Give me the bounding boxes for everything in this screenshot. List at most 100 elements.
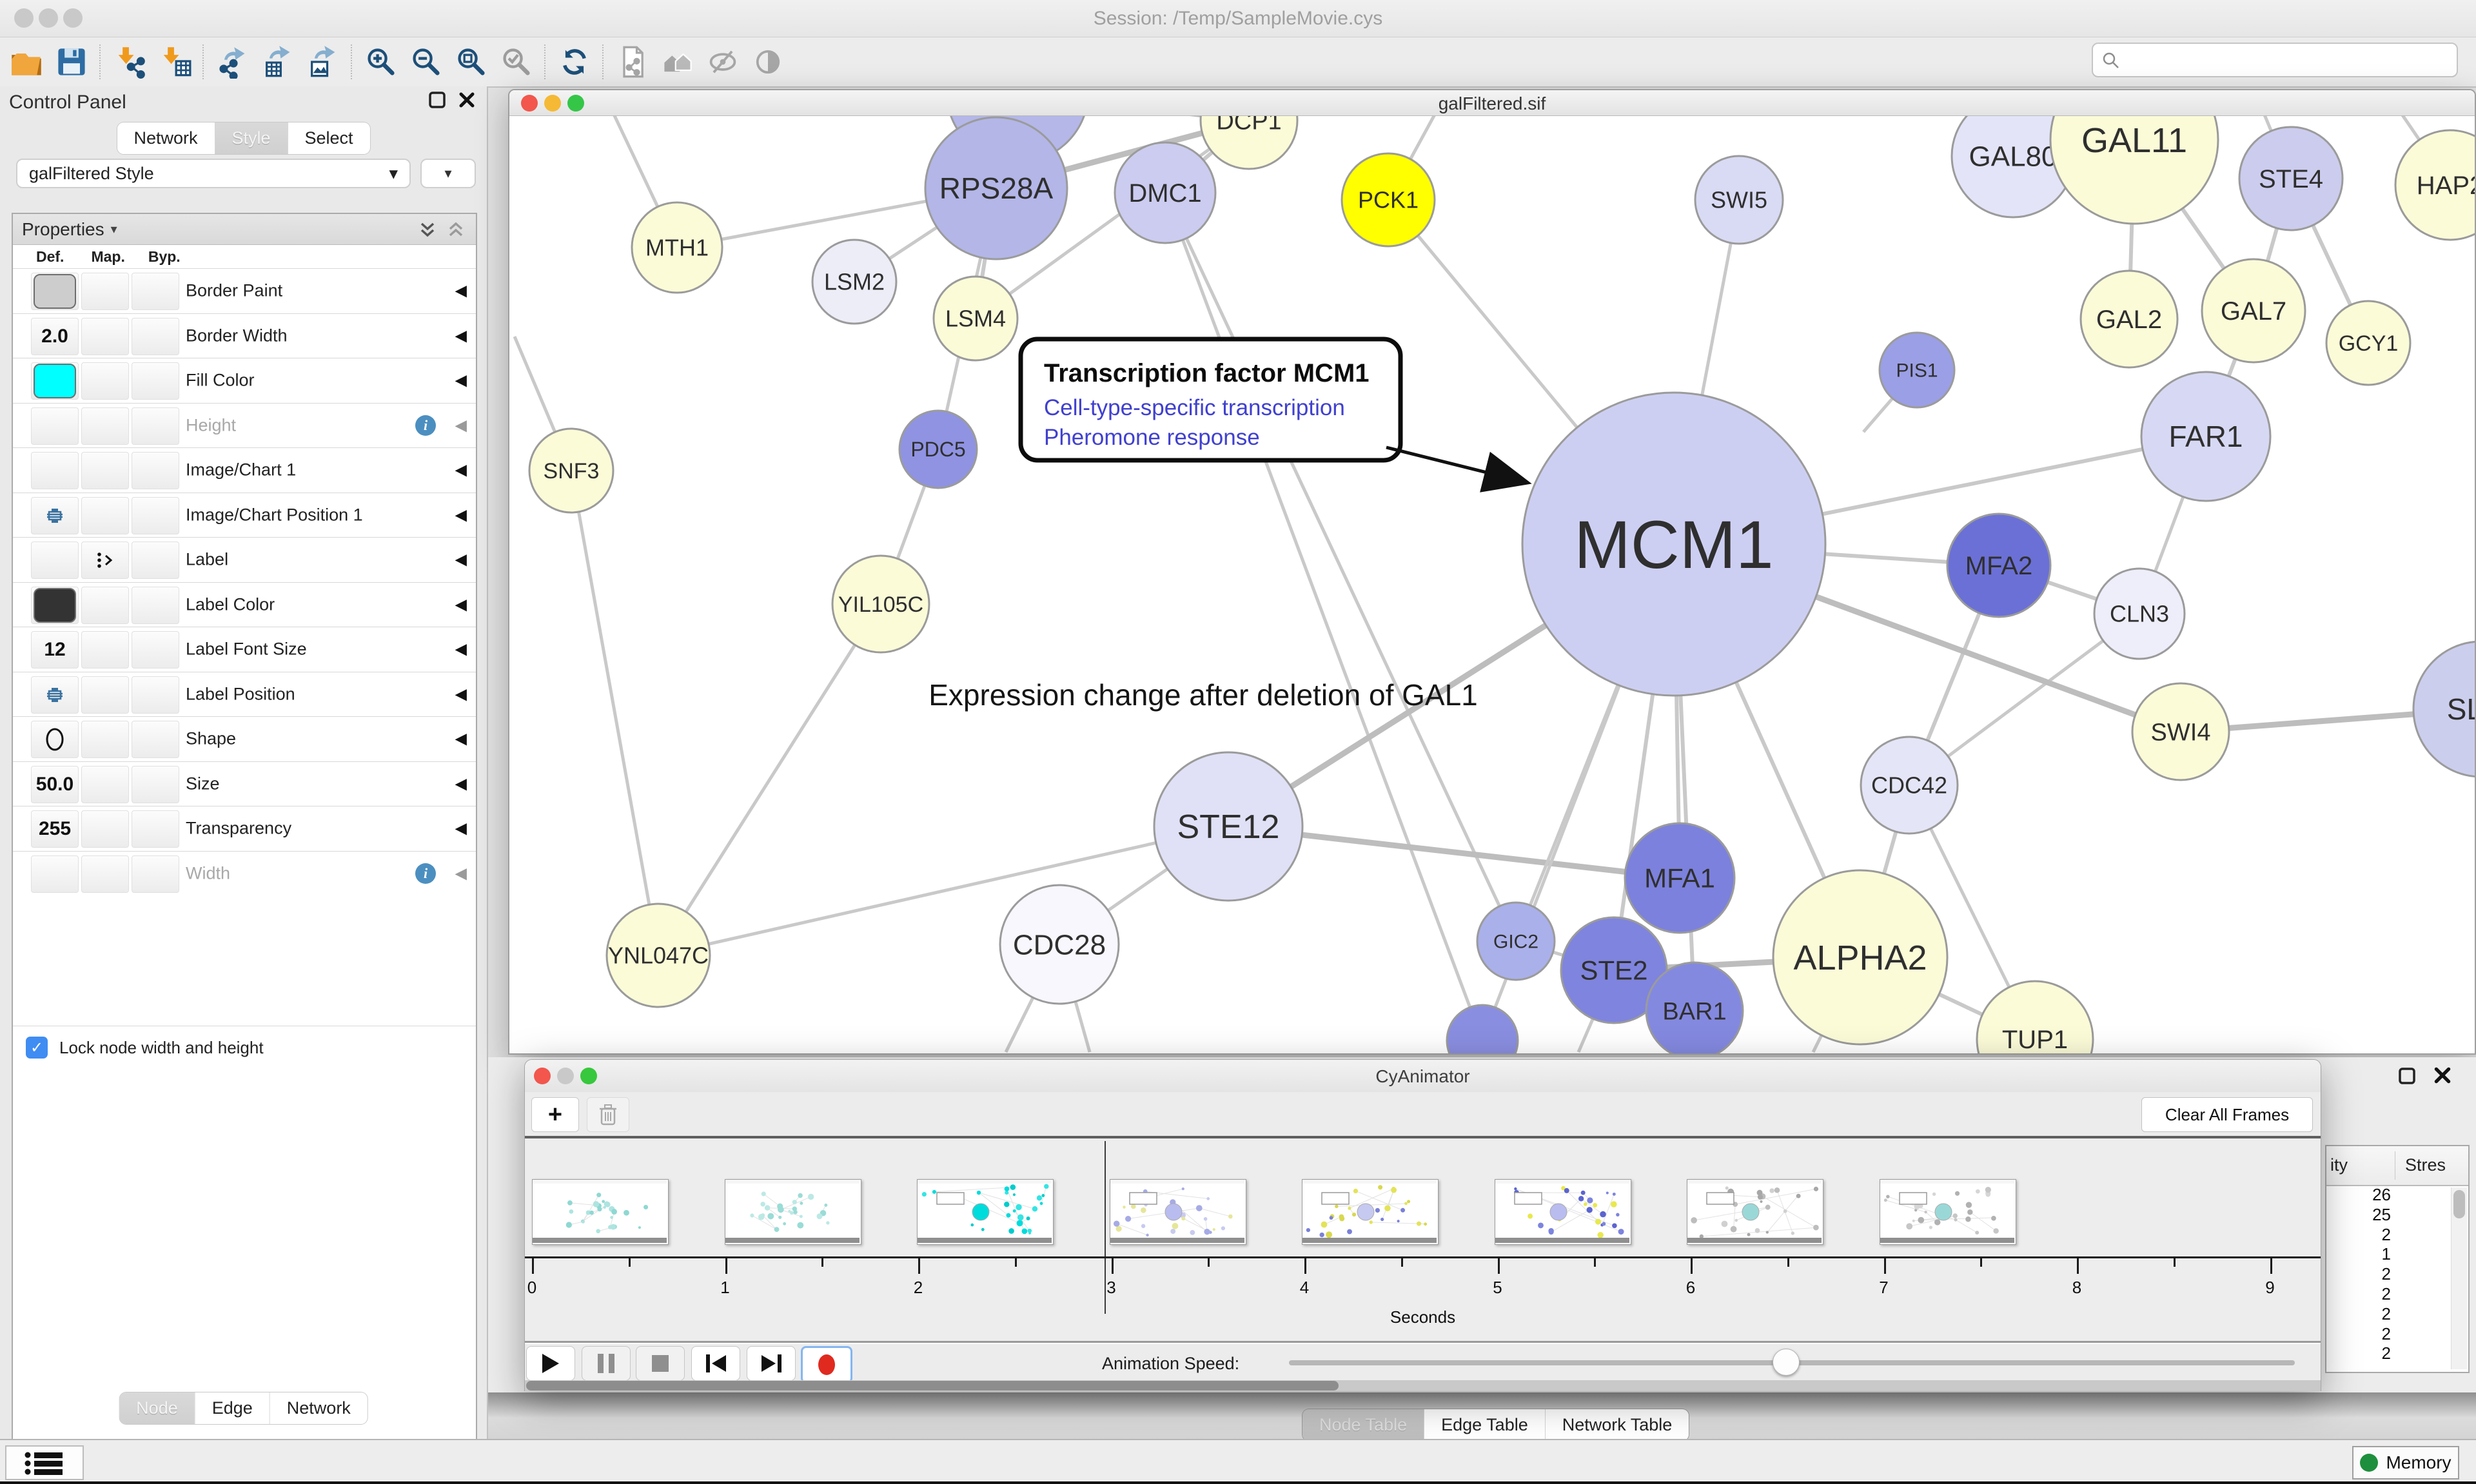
tab-network-table[interactable]: Network Table — [1546, 1409, 1689, 1441]
delete-frame-button[interactable] — [587, 1097, 629, 1132]
frame-thumbnail-7[interactable] — [1880, 1179, 2016, 1245]
export-image-icon[interactable] — [300, 41, 346, 83]
value[interactable]: 2.0 — [31, 318, 79, 355]
table-row[interactable]: 25 — [2326, 1205, 2453, 1225]
expand-all-icon[interactable] — [417, 219, 438, 240]
icon-discrete[interactable] — [81, 542, 129, 579]
property-row-label-font-size[interactable]: 12Label Font Size◀ — [13, 627, 476, 672]
tab-network[interactable]: Network — [117, 122, 215, 154]
export-network-icon[interactable] — [210, 41, 255, 83]
table-scrollbar[interactable] — [2451, 1187, 2467, 1369]
property-row-label-position[interactable]: Label Position◀ — [13, 672, 476, 717]
table-row[interactable]: 2 — [2326, 1225, 2453, 1245]
close-panel-icon[interactable] — [2432, 1065, 2453, 1086]
empty-cell[interactable] — [132, 407, 179, 445]
value[interactable]: 255 — [31, 810, 79, 848]
float-panel-icon[interactable] — [2397, 1066, 2417, 1086]
record-button[interactable] — [801, 1346, 852, 1383]
pause-button[interactable] — [582, 1346, 631, 1381]
value[interactable]: 12 — [31, 631, 79, 669]
property-row-label-color[interactable]: Label Color◀ — [13, 582, 476, 627]
icon-ellipse[interactable] — [31, 721, 79, 758]
property-row-height[interactable]: Heighti◀ — [13, 403, 476, 448]
expand-property-icon[interactable]: ◀ — [455, 819, 467, 838]
column-header-stress[interactable]: Stres — [2405, 1155, 2446, 1175]
empty-cell[interactable] — [132, 631, 179, 669]
property-row-label[interactable]: Label◀ — [13, 537, 476, 582]
frame-thumbnail-3[interactable] — [1110, 1179, 1246, 1245]
open-session-icon[interactable] — [4, 41, 49, 83]
empty-cell[interactable] — [132, 676, 179, 714]
expand-property-icon[interactable]: ◀ — [455, 416, 467, 434]
expand-property-icon[interactable]: ◀ — [455, 505, 467, 524]
tab-edge[interactable]: Edge — [195, 1392, 270, 1424]
empty-cell[interactable] — [132, 362, 179, 400]
timeline-scrollbar-thumb[interactable] — [526, 1381, 1339, 1391]
empty-cell[interactable] — [132, 587, 179, 624]
animation-speed-knob[interactable] — [1773, 1349, 1800, 1376]
table-row[interactable]: 26 — [2326, 1185, 2453, 1205]
search-input[interactable] — [2092, 43, 2458, 77]
property-row-transparency[interactable]: 255Transparency◀ — [13, 806, 476, 851]
refresh-view-icon[interactable] — [552, 41, 597, 83]
style-options-menu-button[interactable]: ▾ — [420, 159, 476, 188]
tab-edge-table[interactable]: Edge Table — [1424, 1409, 1546, 1441]
empty-cell[interactable] — [132, 721, 179, 758]
annotation-line[interactable]: Pheromone response — [1044, 425, 1260, 450]
property-row-size[interactable]: 50.0Size◀ — [13, 761, 476, 806]
property-row-shape[interactable]: Shape◀ — [13, 716, 476, 761]
show-panels-button[interactable] — [5, 1445, 84, 1480]
skip-to-start-button[interactable] — [691, 1346, 740, 1381]
icon-position[interactable] — [31, 497, 79, 534]
network-canvas[interactable]: RPS28ADCP1DMC1PCK1MTH1LSM2LSM4SNF3PDC5YI… — [509, 116, 2475, 1053]
home-views-icon[interactable] — [655, 41, 700, 83]
frame-thumbnail-4[interactable] — [1302, 1179, 1439, 1245]
empty-cell[interactable] — [132, 766, 179, 803]
empty-cell[interactable] — [81, 273, 129, 310]
lock-size-checkbox[interactable]: ✓ — [26, 1037, 48, 1059]
expand-property-icon[interactable]: ◀ — [455, 371, 467, 390]
collapse-all-icon[interactable] — [445, 219, 467, 240]
timeline-scrollbar[interactable] — [525, 1380, 2321, 1391]
empty-cell[interactable] — [81, 362, 129, 400]
property-row-border-width[interactable]: 2.0Border Width◀ — [13, 313, 476, 358]
network-node-BOTTOM1[interactable] — [1447, 1005, 1518, 1053]
tab-node[interactable]: Node — [119, 1392, 195, 1424]
empty-cell[interactable] — [81, 407, 129, 445]
property-row-border-paint[interactable]: Border Paint◀ — [13, 268, 476, 313]
property-row-width[interactable]: Widthi◀ — [13, 851, 476, 896]
annotation-line[interactable]: Cell-type-specific transcription — [1044, 395, 1345, 420]
properties-header[interactable]: Properties ▾ — [13, 214, 476, 245]
zoom-selected-icon[interactable] — [494, 41, 539, 83]
expand-property-icon[interactable]: ◀ — [455, 685, 467, 703]
expand-property-icon[interactable]: ◀ — [455, 326, 467, 345]
empty-cell[interactable] — [81, 452, 129, 489]
node-table-partial[interactable]: ity Stres 26252122222 — [2325, 1145, 2470, 1373]
empty-cell[interactable] — [132, 452, 179, 489]
close-panel-icon[interactable] — [457, 90, 477, 110]
style-selector-dropdown[interactable]: galFiltered Style ▾ — [16, 159, 411, 188]
import-table-icon[interactable] — [152, 41, 197, 83]
memory-button[interactable]: Memory — [2352, 1446, 2459, 1479]
empty-cell[interactable] — [31, 407, 79, 445]
table-row[interactable]: 2 — [2326, 1304, 2453, 1324]
icon-position[interactable] — [31, 676, 79, 714]
frame-thumbnail-2[interactable] — [917, 1179, 1054, 1245]
contrast-view-icon[interactable] — [745, 41, 791, 83]
cyanimator-titlebar[interactable]: CyAnimator — [525, 1060, 2321, 1093]
add-frame-button[interactable]: + — [531, 1097, 579, 1132]
expand-property-icon[interactable]: ◀ — [455, 461, 467, 480]
empty-cell[interactable] — [81, 810, 129, 848]
expand-property-icon[interactable]: ◀ — [455, 595, 467, 614]
table-row[interactable]: 1 — [2326, 1244, 2453, 1264]
swatch[interactable] — [31, 273, 79, 310]
tab-node-table[interactable]: Node Table — [1302, 1409, 1424, 1441]
save-session-icon[interactable] — [49, 41, 94, 83]
network-window-titlebar[interactable]: galFiltered.sif — [509, 90, 2475, 116]
frame-thumbnail-5[interactable] — [1495, 1179, 1631, 1245]
empty-cell[interactable] — [132, 497, 179, 534]
zoom-in-icon[interactable] — [359, 41, 404, 83]
empty-cell[interactable] — [132, 318, 179, 355]
table-row[interactable]: 2 — [2326, 1284, 2453, 1304]
empty-cell[interactable] — [31, 542, 79, 579]
